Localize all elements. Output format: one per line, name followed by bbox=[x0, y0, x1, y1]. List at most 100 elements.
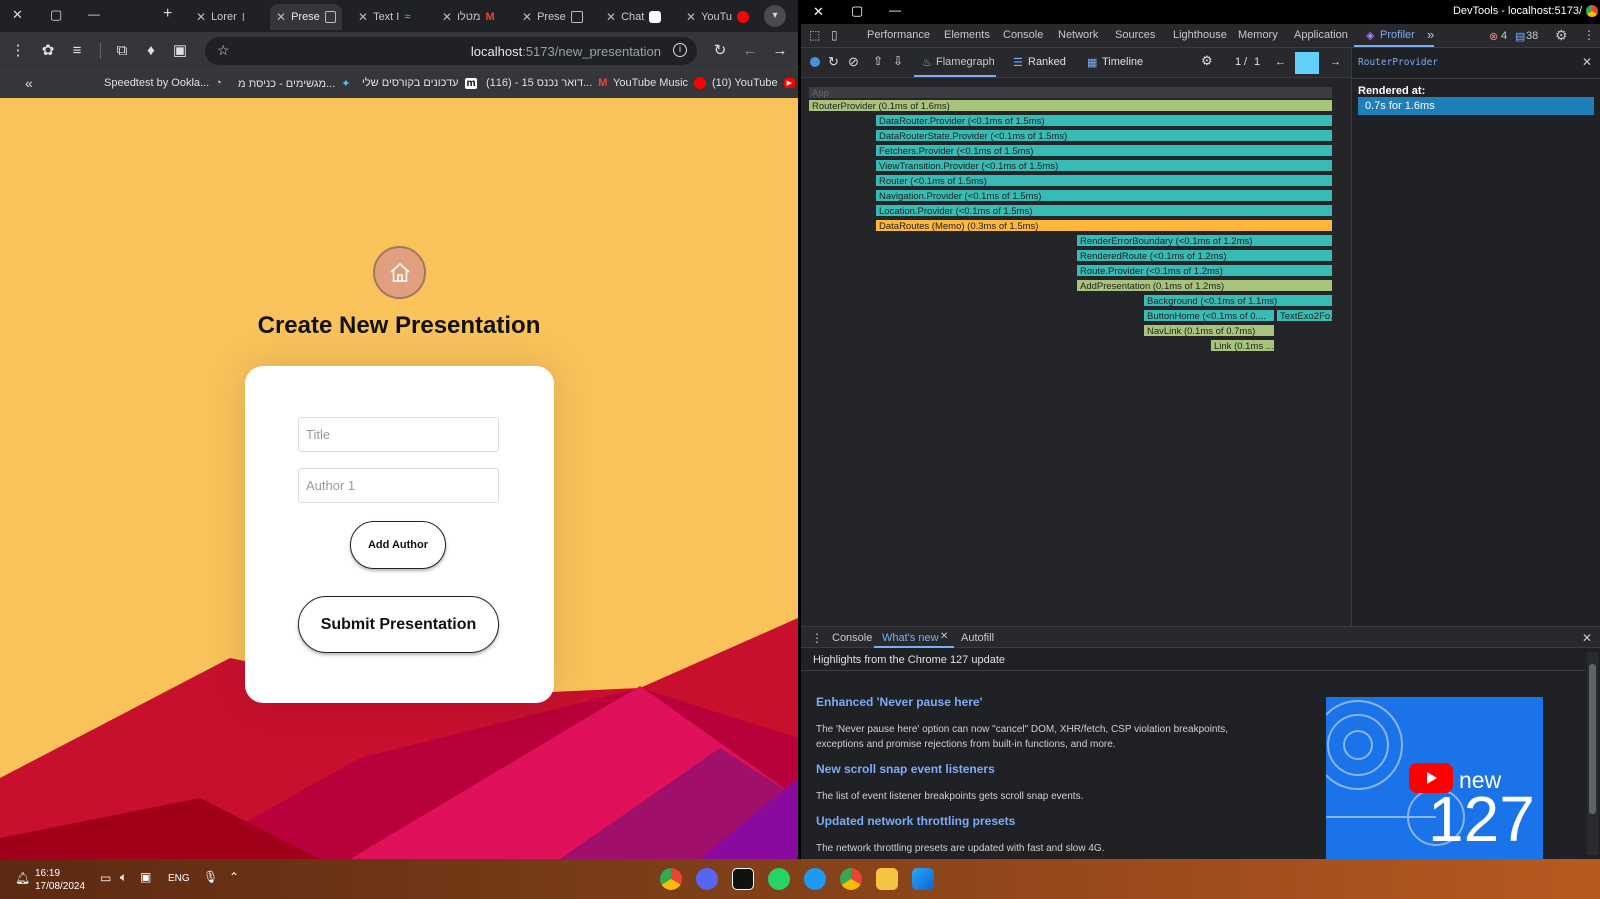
restore-window-icon[interactable]: ▢ bbox=[50, 7, 62, 23]
tab-console[interactable]: Console bbox=[1003, 29, 1043, 41]
devtools-menu-icon[interactable]: ⋮ bbox=[1583, 28, 1595, 42]
flame-bar[interactable]: DataRouter.Provider (<0.1ms of 1.5ms) bbox=[875, 114, 1333, 127]
next-commit-icon[interactable]: → bbox=[1330, 56, 1341, 68]
chrome-taskbar-icon[interactable] bbox=[660, 868, 682, 890]
extension-avatar-icon[interactable]: ✿ bbox=[38, 41, 58, 61]
flame-bar[interactable]: RouterProvider (0.1ms of 1.6ms) bbox=[808, 99, 1333, 112]
commit-bar[interactable] bbox=[1295, 52, 1319, 74]
close-tab-icon[interactable]: ✕ bbox=[276, 10, 286, 24]
windows-start-icon[interactable] bbox=[912, 868, 934, 890]
tab-performance[interactable]: Performance bbox=[867, 29, 930, 41]
menu-dots-icon[interactable]: ⋮ bbox=[8, 41, 28, 61]
load-profile-icon[interactable]: ⇧ bbox=[873, 54, 883, 68]
tab-search-icon[interactable]: ▾ bbox=[764, 5, 786, 27]
restore-window-icon[interactable]: ▢ bbox=[851, 3, 863, 19]
new-tab-button[interactable]: + bbox=[163, 5, 172, 23]
minimize-window-icon[interactable]: — bbox=[889, 3, 901, 17]
view-flamegraph[interactable]: ♨ Flamegraph bbox=[914, 48, 996, 77]
notification-bell-icon[interactable]: 🔔︎ bbox=[15, 871, 30, 885]
battery-icon[interactable]: ▭ bbox=[100, 871, 111, 885]
browser-tab[interactable]: ✕ YouTu bbox=[680, 4, 756, 30]
view-ranked[interactable]: Ranked bbox=[1028, 56, 1066, 68]
flame-bar[interactable]: NavLink (0.1ms of 0.7ms) bbox=[1143, 324, 1275, 337]
whatsapp-icon[interactable] bbox=[768, 868, 790, 890]
bookmark-star-icon[interactable]: ☆ bbox=[217, 42, 230, 59]
flame-bar[interactable]: Route.Provider (<0.1ms of 1.2ms) bbox=[1076, 264, 1333, 277]
tab-network[interactable]: Network bbox=[1058, 29, 1098, 41]
close-tab-icon[interactable]: ✕ bbox=[522, 10, 532, 24]
clock-date[interactable]: 17/08/2024 bbox=[35, 881, 85, 892]
tab-elements[interactable]: Elements bbox=[944, 29, 990, 41]
forward-icon[interactable]: → bbox=[770, 41, 790, 61]
site-info-icon[interactable]: i bbox=[673, 43, 687, 57]
flame-bar[interactable]: RenderedRoute (<0.1ms of 1.2ms) bbox=[1076, 249, 1333, 262]
flame-bar[interactable]: ViewTransition.Provider (<0.1ms of 1.5ms… bbox=[875, 159, 1333, 172]
browser-tab[interactable]: ✕ Lorer Ⅰ bbox=[190, 4, 260, 30]
docker-icon[interactable] bbox=[804, 868, 826, 890]
flame-bar[interactable]: DataRouterState.Provider (<0.1ms of 1.5m… bbox=[875, 129, 1333, 142]
back-icon[interactable]: ← bbox=[740, 41, 760, 61]
browser-tab[interactable]: ✕ מטלו M bbox=[436, 4, 510, 30]
settings-gear-icon[interactable]: ⚙ bbox=[1555, 27, 1568, 44]
view-timeline[interactable]: Timeline bbox=[1102, 56, 1143, 68]
reload-profile-icon[interactable]: ↻ bbox=[828, 54, 839, 70]
browser-tab-active[interactable]: ✕ Prese bbox=[270, 4, 342, 30]
flame-bar[interactable]: Location.Provider (<0.1ms of 1.5ms) bbox=[875, 204, 1333, 217]
tab-lighthouse[interactable]: Lighthouse bbox=[1173, 29, 1227, 41]
close-tab-icon[interactable]: ✕ bbox=[606, 10, 616, 24]
ink-drop-icon[interactable]: ♦ bbox=[141, 41, 161, 61]
error-count[interactable]: 4 bbox=[1501, 30, 1507, 42]
home-button[interactable] bbox=[373, 246, 426, 299]
file-explorer-icon[interactable] bbox=[876, 868, 898, 890]
author-input[interactable] bbox=[298, 468, 499, 503]
tab-application[interactable]: Application bbox=[1294, 29, 1348, 41]
flame-bar[interactable]: RenderErrorBoundary (<0.1ms of 1.2ms) bbox=[1076, 234, 1333, 247]
profiler-settings-icon[interactable]: ⚙ bbox=[1201, 53, 1213, 69]
close-tab-icon[interactable]: ✕ bbox=[686, 10, 696, 24]
flame-bar[interactable]: App bbox=[808, 86, 1333, 99]
address-bar[interactable]: ☆ localhost:5173/new_presentation i bbox=[205, 37, 697, 65]
highlight-title[interactable]: Updated network throttling presets bbox=[816, 814, 1015, 828]
flame-bar[interactable]: Navigation.Provider (<0.1ms of 1.5ms) bbox=[875, 189, 1333, 202]
drawer-scrollbar[interactable] bbox=[1587, 652, 1598, 855]
bookmark-item[interactable]: מגשימים - כניסת מ... ✦ bbox=[238, 77, 351, 91]
drawer-menu-icon[interactable]: ⋮ bbox=[811, 631, 823, 645]
microphone-icon[interactable]: 🎙︎ bbox=[203, 870, 218, 884]
close-window-icon[interactable]: ✕ bbox=[813, 4, 824, 20]
bookmarks-collapse-icon[interactable]: « bbox=[25, 75, 33, 91]
highlight-title[interactable]: Enhanced 'Never pause here' bbox=[816, 695, 982, 709]
prev-commit-icon[interactable]: ← bbox=[1275, 56, 1286, 68]
volume-icon[interactable]: 🔈︎ bbox=[120, 870, 127, 885]
flame-bar[interactable]: Fetchers.Provider (<0.1ms of 1.5ms) bbox=[875, 144, 1333, 157]
message-count[interactable]: 38 bbox=[1526, 30, 1538, 42]
tab-profiler[interactable]: ◈ Profiler bbox=[1354, 24, 1434, 47]
bookmark-item[interactable]: Speedtest by Ookla... ◔ bbox=[104, 77, 222, 89]
flame-bar[interactable]: ButtonHome (<0.1ms of 0.... bbox=[1143, 309, 1275, 322]
discord-icon[interactable] bbox=[696, 868, 718, 890]
browser-tab[interactable]: ✕ Prese bbox=[516, 4, 592, 30]
close-drawer-icon[interactable]: ✕ bbox=[1582, 631, 1592, 645]
flame-bar[interactable]: Link (0.1ms ... bbox=[1210, 339, 1275, 352]
network-icon[interactable]: ▣ bbox=[140, 870, 151, 884]
clear-profile-icon[interactable]: ⊘ bbox=[848, 54, 859, 70]
close-tab-icon[interactable]: ✕ bbox=[358, 10, 368, 24]
flame-bar[interactable]: Router (<0.1ms of 1.5ms) bbox=[875, 174, 1333, 187]
render-time-item[interactable]: 0.7s for 1.6ms bbox=[1358, 97, 1594, 115]
add-author-button[interactable]: Add Author bbox=[350, 521, 446, 569]
flame-bar[interactable]: DataRoutes (Memo) (0.3ms of 1.5ms) bbox=[875, 219, 1333, 232]
media-controls-icon[interactable]: ≡ bbox=[67, 41, 87, 61]
minimize-window-icon[interactable]: — bbox=[88, 7, 100, 21]
chrome-127-video-thumbnail[interactable]: new 127 bbox=[1326, 697, 1543, 859]
flame-bar[interactable]: TextExo2Fo... bbox=[1276, 309, 1333, 322]
flame-bar[interactable]: AddPresentation (0.1ms of 1.2ms) bbox=[1076, 279, 1333, 292]
clock-time[interactable]: 16:19 bbox=[35, 868, 60, 879]
bookmark-item[interactable]: YouTube Music bbox=[613, 77, 707, 89]
browser-tab[interactable]: ✕ Text I ≈ bbox=[352, 4, 428, 30]
close-tab-icon[interactable]: ✕ bbox=[196, 10, 206, 24]
browser-tab[interactable]: ✕ Chat bbox=[600, 4, 672, 30]
drawer-tab-whats-new[interactable]: What's new ✕ bbox=[874, 627, 954, 648]
record-icon[interactable] bbox=[810, 57, 820, 67]
bookmark-item[interactable]: (116) - דואר נכנס 15... M bbox=[486, 77, 607, 89]
tray-expand-icon[interactable]: ⌃ bbox=[229, 870, 239, 884]
reload-icon[interactable]: ↻ bbox=[710, 41, 730, 61]
